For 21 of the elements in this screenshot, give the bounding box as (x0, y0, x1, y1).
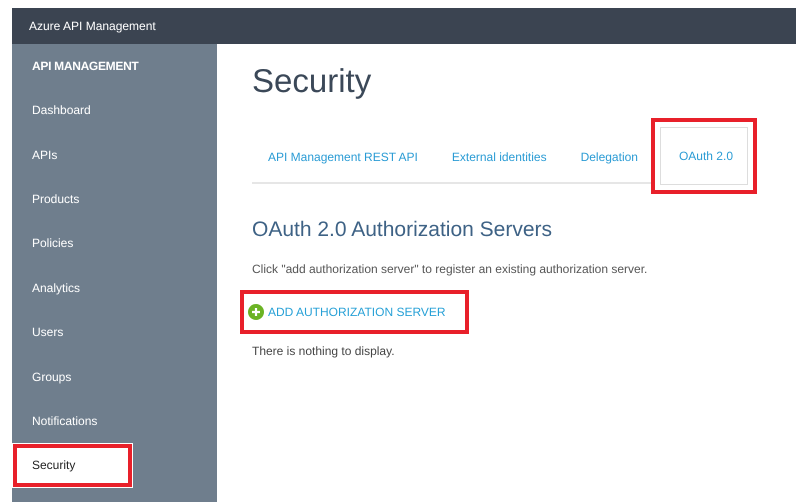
tab[interactable]: API Management REST API (252, 150, 435, 184)
page-title: Security (252, 62, 372, 101)
sidebar-item[interactable]: Analytics (12, 266, 217, 310)
sidebar-item[interactable]: Dashboard (12, 88, 217, 132)
plus-circle-icon (248, 304, 264, 320)
app-title: Azure API Management (29, 19, 156, 33)
tab[interactable]: OAuth 2.0 (650, 118, 757, 194)
sidebar-heading: API MANAGEMENT (31, 58, 140, 75)
sidebar-item[interactable]: Users (12, 310, 217, 354)
sidebar-item[interactable]: Notifications (12, 398, 217, 444)
section-title: OAuth 2.0 Authorization Servers (252, 218, 553, 242)
tab[interactable]: External identities (434, 150, 564, 184)
empty-message: There is nothing to display. (252, 344, 396, 358)
tab[interactable]: Delegation (564, 150, 655, 184)
add-authorization-server-button[interactable]: ADD AUTHORIZATION SERVER (240, 290, 469, 334)
sidebar-item[interactable]: Groups (12, 354, 217, 399)
description: Click "add authorization server" to register an existing authorization server. (252, 262, 648, 276)
sidebar-item[interactable]: Products (12, 176, 217, 222)
sidebar-item[interactable]: Policies (12, 221, 217, 266)
sidebar-item[interactable]: APIs (12, 132, 217, 177)
sidebar-item[interactable]: Security (12, 443, 133, 488)
